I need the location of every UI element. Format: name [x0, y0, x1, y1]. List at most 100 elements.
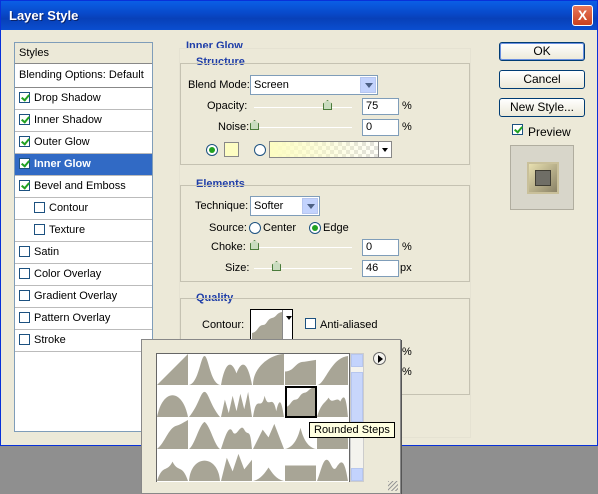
style-checkbox[interactable] [19, 246, 30, 257]
size-input[interactable]: 46 [362, 260, 399, 277]
ok-button[interactable]: OK [499, 42, 585, 61]
style-item-contour[interactable]: Contour [15, 198, 152, 220]
contour-preset[interactable] [317, 386, 349, 418]
contour-preset[interactable] [285, 450, 317, 482]
style-item-label: Inner Glow [34, 158, 91, 170]
new-style-button[interactable]: New Style... [499, 98, 585, 117]
noise-input[interactable]: 0 [362, 119, 399, 136]
style-item-label: Stroke [34, 334, 66, 346]
styles-header[interactable]: Styles [15, 43, 152, 64]
contour-preset[interactable] [157, 386, 189, 418]
blending-options-item[interactable]: Blending Options: Default [15, 64, 152, 88]
style-item-label: Color Overlay [34, 268, 102, 280]
contour-preset[interactable] [317, 354, 349, 386]
style-checkbox[interactable] [19, 312, 30, 323]
style-checkbox[interactable] [19, 180, 30, 191]
contour-preset[interactable] [253, 386, 285, 418]
gradient-radio[interactable] [254, 144, 266, 156]
opacity-label: Opacity: [207, 100, 248, 112]
chevron-down-icon [282, 310, 292, 339]
glow-color-swatch[interactable] [224, 142, 239, 157]
opacity-slider-track[interactable] [254, 107, 352, 108]
style-item-label: Gradient Overlay [34, 290, 118, 302]
style-item-label: Contour [49, 202, 89, 214]
opacity-input[interactable]: 75 [362, 98, 399, 115]
style-checkbox[interactable] [19, 268, 30, 279]
contour-preset[interactable] [157, 354, 189, 386]
style-item-inner-glow[interactable]: Inner Glow [15, 154, 152, 176]
style-item-bevel-and-emboss[interactable]: Bevel and Emboss [15, 176, 152, 198]
contour-preset[interactable] [253, 354, 285, 386]
size-slider-track[interactable] [254, 268, 352, 269]
style-item-pattern-overlay[interactable]: Pattern Overlay [15, 308, 152, 330]
contour-preset[interactable] [317, 450, 349, 482]
style-item-drop-shadow[interactable]: Drop Shadow [15, 88, 152, 110]
style-item-texture[interactable]: Texture [15, 220, 152, 242]
contour-preset[interactable] [189, 418, 221, 450]
resize-grip-icon[interactable] [388, 481, 398, 491]
style-checkbox[interactable] [19, 158, 30, 169]
style-item-label: Inner Shadow [34, 114, 102, 126]
choke-slider-track[interactable] [254, 247, 352, 248]
contour-preset[interactable] [221, 386, 253, 418]
glow-gradient-picker[interactable] [269, 141, 392, 158]
style-item-stroke[interactable]: Stroke [15, 330, 152, 352]
preview-label[interactable]: Preview [528, 125, 571, 139]
anti-aliased-checkbox[interactable] [305, 318, 316, 329]
solid-color-radio[interactable] [206, 144, 218, 156]
contour-preset[interactable] [253, 450, 285, 482]
style-checkbox[interactable] [34, 202, 45, 213]
choke-unit: % [402, 241, 412, 253]
contour-preset[interactable] [189, 450, 221, 482]
technique-select[interactable]: Softer [250, 196, 320, 216]
blend-mode-value: Screen [254, 79, 289, 91]
contour-preset[interactable] [189, 354, 221, 386]
close-button[interactable]: X [572, 5, 593, 26]
style-item-satin[interactable]: Satin [15, 242, 152, 264]
anti-aliased-label[interactable]: Anti-aliased [320, 319, 377, 331]
choke-label: Choke: [211, 241, 246, 253]
style-checkbox[interactable] [19, 114, 30, 125]
contour-preset[interactable] [285, 386, 317, 418]
cancel-button[interactable]: Cancel [499, 70, 585, 89]
contour-scrollbar[interactable] [350, 353, 364, 482]
noise-slider-track[interactable] [254, 127, 352, 128]
scroll-down-button[interactable] [351, 468, 363, 481]
scroll-up-button[interactable] [351, 354, 363, 367]
style-checkbox[interactable] [19, 136, 30, 147]
style-checkbox[interactable] [19, 290, 30, 301]
preview-checkbox[interactable] [512, 124, 523, 135]
chevron-down-icon [378, 142, 391, 157]
source-edge-radio[interactable] [309, 222, 321, 234]
contour-preset[interactable] [189, 386, 221, 418]
scroll-thumb[interactable] [351, 372, 363, 422]
contour-preset[interactable] [157, 418, 189, 450]
contour-preset[interactable] [253, 418, 285, 450]
opacity-unit: % [402, 100, 412, 112]
size-unit: px [400, 262, 412, 274]
style-checkbox[interactable] [19, 334, 30, 345]
style-checkbox[interactable] [34, 224, 45, 235]
title-bar[interactable]: Layer Style X [1, 1, 597, 30]
source-edge-label[interactable]: Edge [323, 222, 349, 234]
right-arrow-circle-icon[interactable] [373, 352, 386, 365]
contour-preset[interactable] [157, 450, 189, 482]
style-item-color-overlay[interactable]: Color Overlay [15, 264, 152, 286]
noise-unit: % [402, 121, 412, 133]
style-item-outer-glow[interactable]: Outer Glow [15, 132, 152, 154]
blend-mode-select[interactable]: Screen [250, 75, 378, 95]
style-checkbox[interactable] [19, 92, 30, 103]
contour-preset[interactable] [221, 418, 253, 450]
source-center-radio[interactable] [249, 222, 261, 234]
contour-preset[interactable] [221, 354, 253, 386]
style-item-label: Pattern Overlay [34, 312, 111, 324]
contour-picker[interactable] [250, 309, 293, 340]
style-item-label: Texture [49, 224, 86, 236]
size-label: Size: [225, 262, 250, 274]
choke-input[interactable]: 0 [362, 239, 399, 256]
style-item-inner-shadow[interactable]: Inner Shadow [15, 110, 152, 132]
source-center-label[interactable]: Center [263, 222, 296, 234]
contour-preset[interactable] [285, 354, 317, 386]
style-item-gradient-overlay[interactable]: Gradient Overlay [15, 286, 152, 308]
contour-preset[interactable] [221, 450, 253, 482]
